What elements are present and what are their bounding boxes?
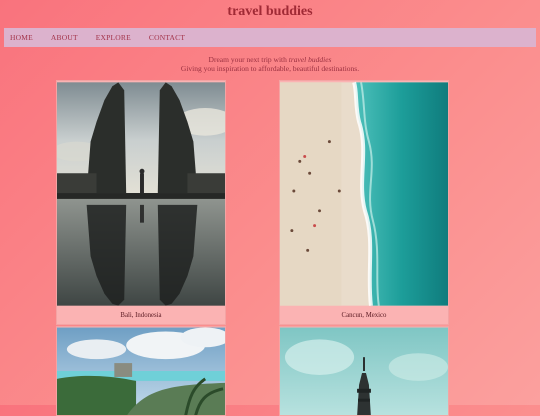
tagline-prefix: Dream your next trip with xyxy=(208,55,287,64)
navbar: HOME ABOUT EXPLORE CONTACT xyxy=(4,28,536,47)
site-title: travel buddies xyxy=(227,4,313,19)
nav-contact[interactable]: CONTACT xyxy=(149,33,185,42)
destination-card-cancun[interactable]: Cancun, Mexico xyxy=(279,80,449,325)
tagline-brand: travel buddies xyxy=(288,55,332,64)
tower-photo xyxy=(280,327,448,415)
temple-gate-photo xyxy=(57,82,225,306)
destination-card-bali[interactable]: Bali, Indonesia xyxy=(56,80,226,325)
destination-card-ruins[interactable] xyxy=(56,326,226,416)
tulum-ruins-photo xyxy=(57,327,225,415)
nav-home[interactable]: HOME xyxy=(10,33,33,42)
nav-explore[interactable]: EXPLORE xyxy=(96,33,131,42)
destination-card-tower[interactable] xyxy=(279,326,449,416)
tagline: Dream your next trip with travel buddies… xyxy=(0,55,540,73)
destination-caption: Bali, Indonesia xyxy=(120,312,162,319)
nav-about[interactable]: ABOUT xyxy=(51,33,78,42)
aerial-beach-photo xyxy=(280,81,448,306)
destination-caption: Cancun, Mexico xyxy=(341,312,387,319)
tagline-line-2: Giving you inspiration to affordable, be… xyxy=(180,64,360,73)
tagline-line-1: Dream your next trip with travel buddies xyxy=(0,55,540,64)
